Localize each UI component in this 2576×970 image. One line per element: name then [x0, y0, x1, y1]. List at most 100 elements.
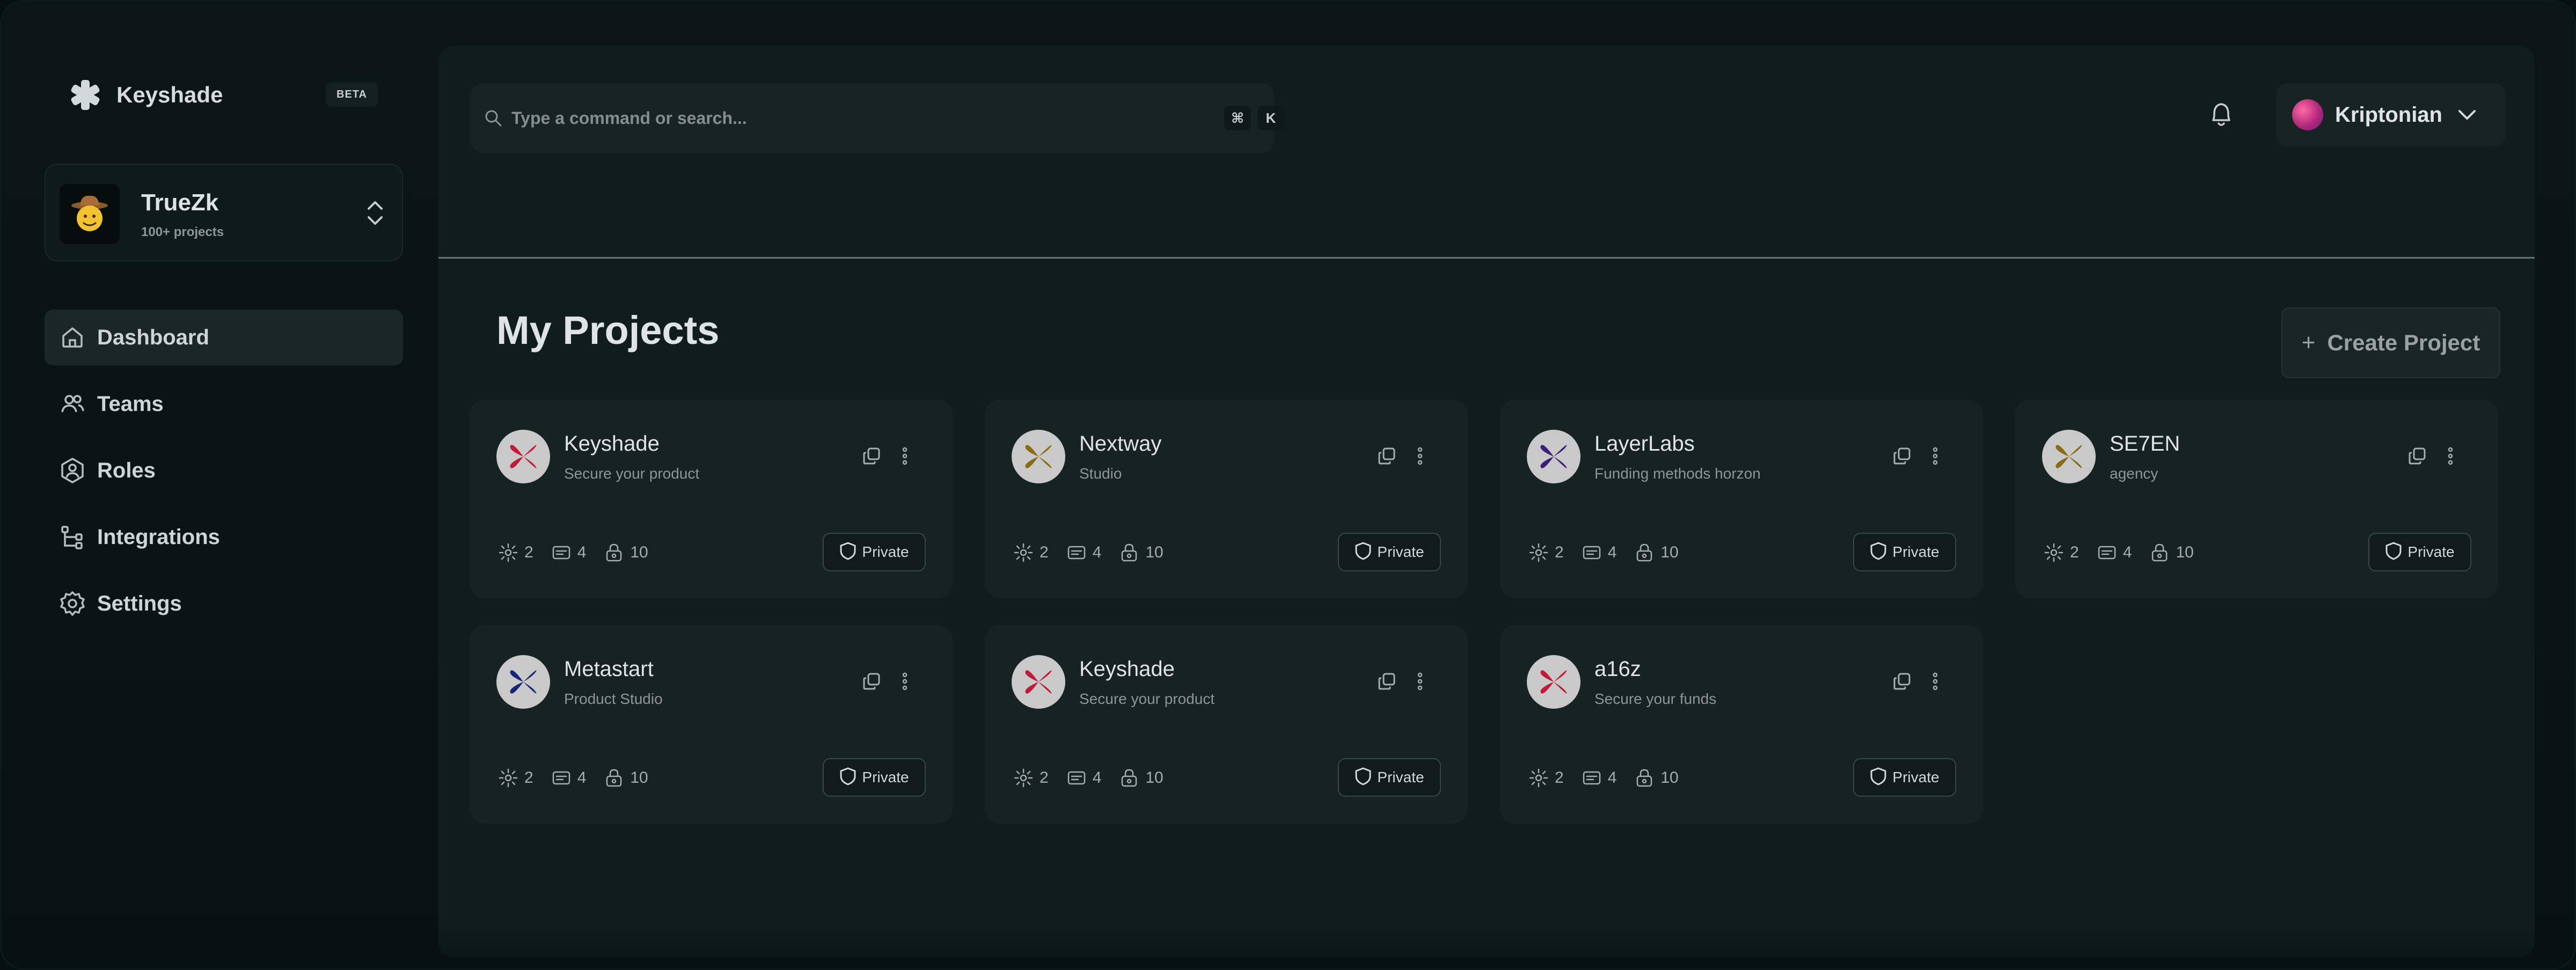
project-card[interactable]: Keyshade Secure your product 2 4 10 Priv… [985, 625, 1468, 824]
home-icon [57, 322, 87, 352]
brand[interactable]: Keyshade [66, 76, 223, 114]
sidebar-item-label: Roles [97, 458, 156, 482]
variables-stat: 4 [550, 541, 586, 564]
environments-stat: 2 [1527, 541, 1564, 564]
visibility-badge[interactable]: Private [823, 533, 926, 571]
lock-icon [1633, 766, 1656, 790]
lock-icon [602, 541, 626, 564]
visibility-label: Private [1377, 543, 1424, 560]
project-logo-icon [1527, 430, 1580, 483]
chevron-down-icon [2455, 103, 2479, 127]
copy-icon[interactable] [1372, 442, 1401, 471]
project-stats: 2 4 10 [1527, 540, 1695, 565]
keyshade-logo-icon [66, 76, 105, 114]
project-card[interactable]: Metastart Product Studio 2 4 10 Private [470, 625, 953, 824]
project-stats: 2 4 10 [1527, 766, 1695, 790]
copy-icon[interactable] [1887, 667, 1916, 696]
variables-count: 4 [577, 769, 587, 787]
project-card[interactable]: a16z Secure your funds 2 4 10 Private [1500, 625, 1983, 824]
variables-count: 4 [1092, 769, 1102, 787]
command-search[interactable]: ⌘ K [470, 83, 1284, 153]
environments-count: 2 [1040, 769, 1049, 787]
project-description: agency [2110, 465, 2158, 482]
workspace-avatar [60, 184, 120, 244]
variables-icon [1065, 766, 1088, 790]
shield-icon [2385, 541, 2402, 563]
project-stats: 2 4 10 [1012, 540, 1180, 565]
visibility-badge[interactable]: Private [823, 758, 926, 797]
beta-badge: BETA [326, 82, 378, 107]
sidebar-item-dashboard[interactable]: Dashboard [45, 310, 403, 365]
visibility-badge[interactable]: Private [2368, 533, 2471, 571]
environments-count: 2 [2070, 543, 2079, 561]
secrets-count: 10 [1660, 543, 1679, 561]
sidebar-item-settings[interactable]: Settings [45, 576, 403, 631]
variables-count: 4 [2123, 543, 2132, 561]
variables-stat: 4 [1580, 766, 1616, 790]
visibility-badge[interactable]: Private [1853, 533, 1956, 571]
secrets-stat: 10 [602, 766, 648, 790]
lock-icon [1117, 766, 1141, 790]
bottom-fade [438, 925, 2535, 958]
user-menu[interactable]: Kriptonian [2276, 83, 2506, 146]
brand-name: Keyshade [116, 82, 223, 107]
variables-icon [550, 541, 573, 564]
environments-icon [1527, 766, 1550, 790]
shield-icon [1870, 541, 1887, 563]
visibility-label: Private [862, 543, 909, 560]
more-vertical-icon[interactable] [1406, 667, 1435, 696]
secrets-count: 10 [630, 543, 648, 561]
visibility-badge[interactable]: Private [1853, 758, 1956, 797]
sidebar: Keyshade BETA TrueZk 100+ projects Dashb… [2, 2, 440, 968]
variables-icon [2095, 541, 2119, 564]
project-name: a16z [1594, 657, 1641, 681]
secrets-stat: 10 [1117, 541, 1163, 564]
project-card[interactable]: Keyshade Secure your product 2 4 10 Priv… [470, 400, 953, 598]
create-project-button[interactable]: + Create Project [2281, 307, 2500, 378]
project-card[interactable]: LayerLabs Funding methods horzon 2 4 10 … [1500, 400, 1983, 598]
workspace-name: TrueZk [141, 189, 219, 216]
shield-icon [1355, 541, 1372, 563]
more-vertical-icon[interactable] [1921, 667, 1950, 696]
more-vertical-icon[interactable] [1921, 442, 1950, 471]
visibility-badge[interactable]: Private [1338, 758, 1441, 797]
project-name: LayerLabs [1594, 432, 1695, 455]
workspace-switcher[interactable]: TrueZk 100+ projects [45, 164, 403, 261]
header-divider [438, 257, 2535, 259]
secrets-count: 10 [630, 769, 648, 787]
project-logo-icon [496, 655, 550, 709]
shortcut-cmd-key: ⌘ [1224, 106, 1251, 130]
project-logo-icon [2042, 430, 2096, 483]
copy-icon[interactable] [857, 667, 886, 696]
visibility-badge[interactable]: Private [1338, 533, 1441, 571]
copy-icon[interactable] [1887, 442, 1916, 471]
more-vertical-icon[interactable] [890, 667, 919, 696]
project-card[interactable]: Nextway Studio 2 4 10 Private [985, 400, 1468, 598]
more-vertical-icon[interactable] [2436, 442, 2465, 471]
environments-stat: 2 [2042, 541, 2079, 564]
shortcut-k-key: K [1257, 106, 1284, 130]
project-card[interactable]: SE7EN agency 2 4 10 Private [2015, 400, 2498, 598]
sidebar-item-integrations[interactable]: Integrations [45, 509, 403, 565]
bell-icon[interactable] [2204, 97, 2238, 131]
more-vertical-icon[interactable] [1406, 442, 1435, 471]
lock-icon [602, 766, 626, 790]
main-panel: ⌘ K Kriptonian My Projects + Create Proj… [438, 46, 2535, 958]
secrets-stat: 10 [1117, 766, 1163, 790]
environments-icon [2042, 541, 2066, 564]
project-name: SE7EN [2110, 432, 2180, 455]
more-vertical-icon[interactable] [890, 442, 919, 471]
chevron-up-down-icon[interactable] [359, 197, 391, 229]
app-window: Keyshade BETA TrueZk 100+ projects Dashb… [0, 0, 2576, 970]
copy-icon[interactable] [857, 442, 886, 471]
integrations-icon [57, 522, 87, 552]
sidebar-item-teams[interactable]: Teams [45, 376, 403, 432]
environments-stat: 2 [1012, 541, 1049, 564]
visibility-label: Private [1892, 769, 1940, 785]
secrets-count: 10 [2176, 543, 2194, 561]
sidebar-item-roles[interactable]: Roles [45, 443, 403, 498]
copy-icon[interactable] [1372, 667, 1401, 696]
copy-icon[interactable] [2403, 442, 2432, 471]
workspace-subtitle: 100+ projects [141, 225, 224, 239]
search-input[interactable] [511, 108, 1102, 128]
